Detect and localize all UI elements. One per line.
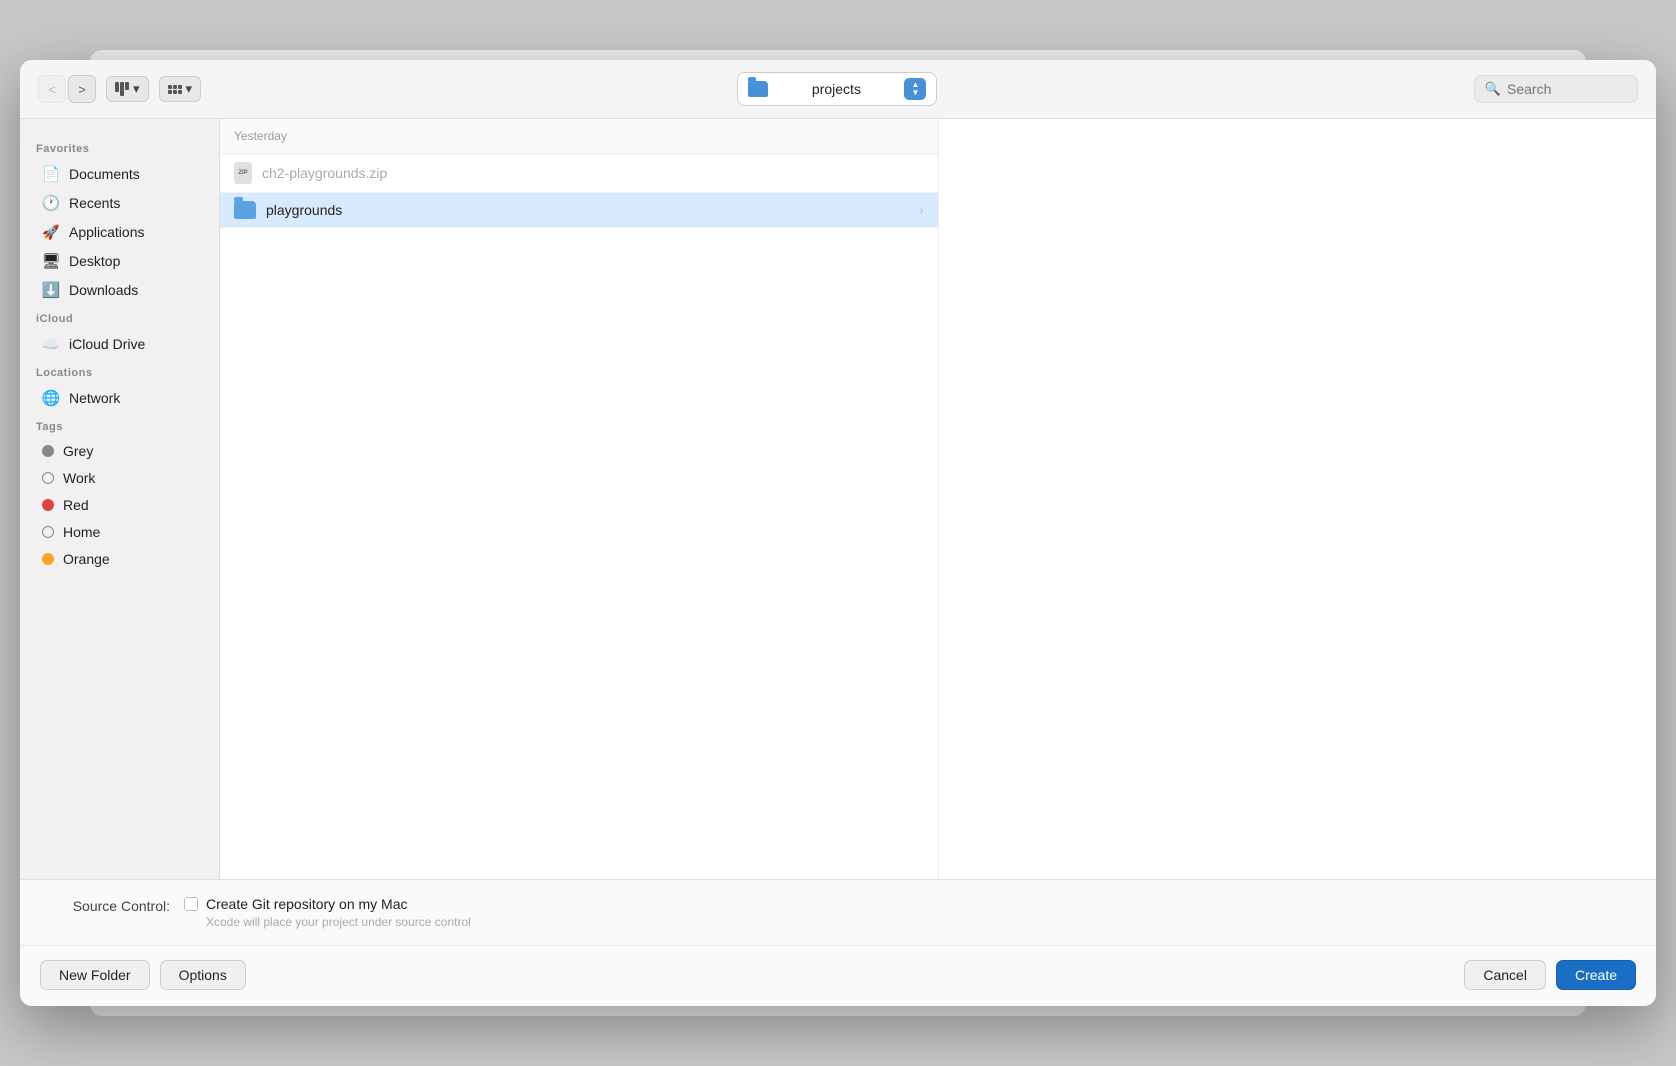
folder-icon — [234, 201, 256, 219]
file-item-playgrounds[interactable]: playgrounds › — [220, 193, 938, 228]
git-checkbox[interactable] — [184, 897, 198, 911]
source-control-content: Create Git repository on my Mac Xcode wi… — [184, 896, 471, 929]
sidebar-item-label: Desktop — [69, 253, 120, 269]
preview-pane — [939, 119, 1657, 879]
zip-file-icon — [234, 162, 252, 184]
source-control-bar: Source Control: Create Git repository on… — [20, 879, 1656, 945]
sidebar-item-recents[interactable]: 🕐 Recents — [26, 189, 213, 217]
sidebar-item-grey[interactable]: Grey — [26, 438, 213, 464]
grid-view-chevron: ▾ — [186, 81, 193, 97]
sidebar-item-label: Applications — [69, 224, 145, 240]
column-view-button[interactable]: ▾ — [106, 76, 149, 102]
sidebar-item-applications[interactable]: 🚀 Applications — [26, 218, 213, 246]
footer-buttons: New Folder Options Cancel Create — [20, 945, 1656, 1006]
options-button[interactable]: Options — [160, 960, 246, 990]
icloud-label: iCloud — [20, 305, 219, 329]
location-name: projects — [775, 81, 897, 97]
clock-icon: 🕐 — [42, 194, 60, 212]
home-tag-dot — [42, 526, 54, 538]
sidebar-item-label: iCloud Drive — [69, 336, 145, 352]
content-area: Favorites 📄 Documents 🕐 Recents 🚀 Applic… — [20, 119, 1656, 879]
forward-button[interactable]: > — [68, 75, 96, 103]
cloud-icon: ☁️ — [42, 335, 60, 353]
file-pane: Yesterday ch2-playgrounds.zip playground… — [220, 119, 939, 879]
sidebar-item-label: Orange — [63, 551, 110, 567]
back-button[interactable]: < — [38, 75, 66, 103]
favorites-label: Favorites — [20, 135, 219, 159]
file-name: ch2-playgrounds.zip — [262, 165, 387, 181]
chevron-right-icon: › — [920, 203, 924, 217]
sidebar-item-label: Documents — [69, 166, 140, 182]
grid-view-icon — [168, 85, 182, 94]
search-bar[interactable]: 🔍 — [1474, 75, 1638, 103]
source-control-label: Source Control: — [40, 896, 170, 914]
location-bar: projects ▲ ▼ — [211, 72, 1464, 106]
sidebar-item-label: Red — [63, 497, 89, 513]
toolbar: < > ▾ ▾ projects ▲ ▼ — [20, 60, 1656, 119]
source-hint: Xcode will place your project under sour… — [206, 915, 471, 929]
search-icon: 🔍 — [1485, 81, 1501, 97]
doc-icon: 📄 — [42, 165, 60, 183]
sidebar-item-orange[interactable]: Orange — [26, 546, 213, 572]
sidebar-item-red[interactable]: Red — [26, 492, 213, 518]
sidebar-item-documents[interactable]: 📄 Documents — [26, 160, 213, 188]
sidebar-item-label: Home — [63, 524, 100, 540]
git-checkbox-row: Create Git repository on my Mac — [184, 896, 471, 912]
file-item-zip[interactable]: ch2-playgrounds.zip — [220, 154, 938, 193]
sidebar: Favorites 📄 Documents 🕐 Recents 🚀 Applic… — [20, 119, 220, 879]
grey-tag-dot — [42, 445, 54, 457]
network-icon: 🌐 — [42, 389, 60, 407]
location-arrows: ▲ ▼ — [904, 78, 926, 100]
grid-view-button[interactable]: ▾ — [159, 76, 202, 102]
sidebar-item-label: Network — [69, 390, 120, 406]
sidebar-item-label: Grey — [63, 443, 93, 459]
work-tag-dot — [42, 472, 54, 484]
sidebar-item-desktop[interactable]: 🖥 Desktop — [26, 247, 213, 275]
new-folder-button[interactable]: New Folder — [40, 960, 150, 990]
nav-button-group: < > — [38, 75, 96, 103]
file-list: ch2-playgrounds.zip playgrounds › — [220, 154, 938, 879]
column-view-chevron: ▾ — [133, 81, 140, 97]
git-checkbox-label: Create Git repository on my Mac — [206, 896, 408, 912]
sidebar-item-network[interactable]: 🌐 Network — [26, 384, 213, 412]
location-folder-icon — [748, 81, 768, 97]
sidebar-item-home[interactable]: Home — [26, 519, 213, 545]
file-date-group: Yesterday — [220, 119, 938, 154]
sidebar-item-icloud[interactable]: ☁️ iCloud Drive — [26, 330, 213, 358]
sidebar-item-label: Work — [63, 470, 95, 486]
column-view-icon — [115, 82, 129, 96]
create-button[interactable]: Create — [1556, 960, 1636, 990]
search-input[interactable] — [1507, 81, 1627, 97]
locations-label: Locations — [20, 359, 219, 383]
desktop-icon: 🖥 — [42, 252, 60, 270]
sidebar-item-work[interactable]: Work — [26, 465, 213, 491]
cancel-button[interactable]: Cancel — [1464, 960, 1546, 990]
apps-icon: 🚀 — [42, 223, 60, 241]
download-icon: ⬇️ — [42, 281, 60, 299]
footer-right-buttons: Cancel Create — [1464, 960, 1636, 990]
file-dialog: < > ▾ ▾ projects ▲ ▼ — [20, 60, 1656, 1006]
location-pill[interactable]: projects ▲ ▼ — [737, 72, 937, 106]
sidebar-item-label: Recents — [69, 195, 120, 211]
tags-label: Tags — [20, 413, 219, 437]
file-name: playgrounds — [266, 202, 342, 218]
red-tag-dot — [42, 499, 54, 511]
orange-tag-dot — [42, 553, 54, 565]
sidebar-item-downloads[interactable]: ⬇️ Downloads — [26, 276, 213, 304]
sidebar-item-label: Downloads — [69, 282, 138, 298]
source-control-row: Source Control: Create Git repository on… — [40, 896, 1636, 929]
footer-left-buttons: New Folder Options — [40, 960, 246, 990]
